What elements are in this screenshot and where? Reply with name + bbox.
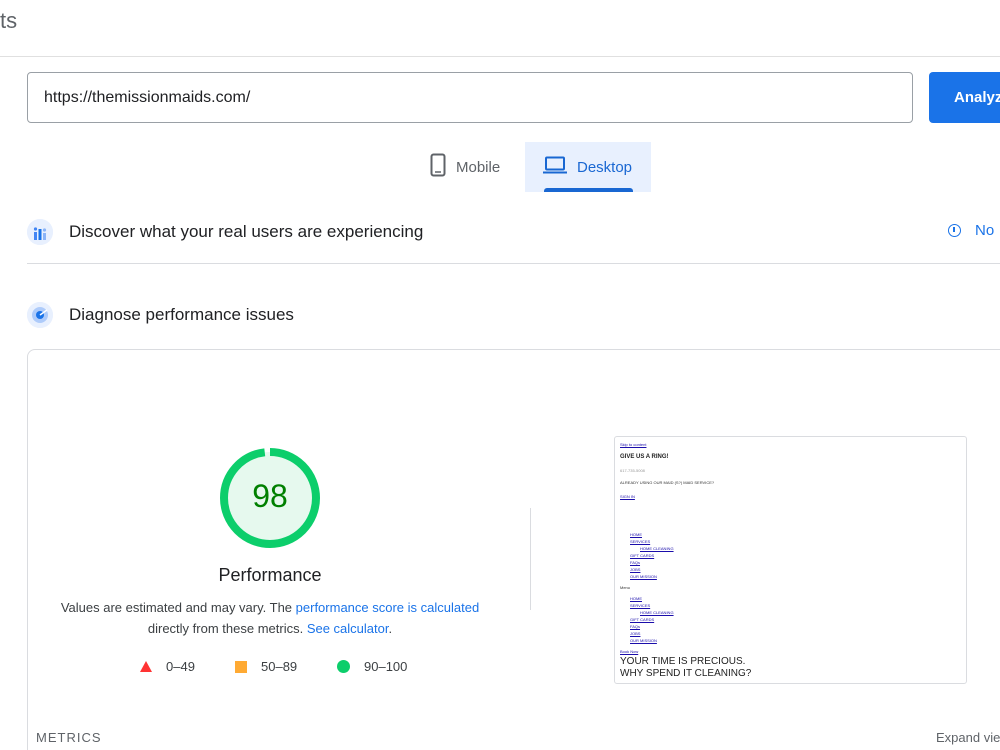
no-data-link[interactable]: No — [948, 222, 994, 239]
desc-prefix: Values are estimated and may vary. The — [60, 600, 296, 615]
real-users-title: Discover what your real users are experi… — [69, 222, 424, 241]
tab-mobile-label: Mobile — [456, 158, 501, 176]
section-divider — [27, 263, 1000, 264]
performance-score: 98 — [252, 478, 288, 514]
preview-give-ring: GIVE US A RING! — [620, 454, 669, 460]
preview-phone: 617-735-5008 — [620, 468, 645, 473]
preview-nav-item: FAQs — [630, 560, 641, 565]
expand-view-button[interactable]: Expand vie — [936, 730, 1000, 745]
preview-already: ALREADY USING OUR MAID (S?) MAID SERVICE… — [620, 480, 715, 485]
metrics-heading: METRICS — [36, 730, 102, 745]
legend-label-good: 90–100 — [364, 659, 408, 674]
preview-nav-item: GIFT CARDS — [630, 553, 655, 558]
preview-nav-item: JOBS — [630, 567, 641, 572]
tab-selected-indicator — [544, 188, 633, 192]
preview-nav2-item: OUR MISSION — [630, 638, 657, 643]
preview-nav-item: OUR MISSION — [630, 574, 657, 579]
preview-nav2-item: GIFT CARDS — [630, 617, 655, 622]
desc-middle: directly from these metrics. — [147, 621, 307, 636]
no-data-label: No — [975, 222, 995, 239]
circle-icon — [337, 660, 350, 673]
info-icon — [948, 224, 961, 237]
preview-sign-in: SIGN IN — [620, 494, 635, 499]
preview-nav-item: HOME — [630, 532, 642, 537]
see-calculator-link[interactable]: See calculator — [307, 621, 389, 636]
preview-headline-2: WHY SPEND IT CLEANING? — [620, 668, 752, 679]
preview-nav2-item: HOME CLEANING — [640, 610, 674, 615]
preview-nav2-item: HOME — [630, 596, 642, 601]
preview-nav2-item: FAQs — [630, 624, 641, 629]
legend-item-average: 50–89 — [235, 659, 297, 674]
diagnose-section: Diagnose performance issues — [27, 302, 294, 328]
preview-nav2-item: JOBS — [630, 631, 641, 636]
page-title: ts — [0, 8, 18, 33]
triangle-icon — [140, 661, 152, 672]
tab-mobile[interactable]: Mobile — [422, 142, 522, 192]
tab-desktop[interactable]: Desktop — [525, 142, 651, 192]
laptop-icon — [543, 156, 567, 178]
diagnose-icon — [27, 302, 53, 328]
performance-description: Values are estimated and may vary. The p… — [40, 597, 500, 639]
score-calculated-link[interactable]: performance score is calculated — [296, 600, 480, 615]
analyze-button[interactable]: Analyz — [929, 72, 1000, 123]
real-users-section: Discover what your real users are experi… — [27, 219, 423, 245]
preview-headline-1: YOUR TIME IS PRECIOUS. — [620, 656, 746, 667]
preview-nav-item: SERVICES — [630, 539, 651, 544]
performance-label: Performance — [218, 565, 322, 585]
page-screenshot-preview: Skip to content GIVE US A RING! 617-735-… — [614, 436, 967, 684]
preview-nav-item: HOME CLEANING — [640, 546, 674, 551]
preview-book-now: Book Now — [620, 649, 639, 654]
preview-nav2-item: SERVICES — [630, 603, 651, 608]
legend-label-poor: 0–49 — [166, 659, 195, 674]
legend-item-poor: 0–49 — [140, 659, 195, 674]
desc-suffix: . — [388, 621, 393, 636]
url-input[interactable] — [27, 72, 913, 123]
preview-skip-link: Skip to content — [620, 442, 647, 447]
users-chart-icon — [27, 219, 53, 245]
legend-item-good: 90–100 — [337, 659, 407, 674]
phone-icon — [430, 153, 446, 181]
tab-desktop-label: Desktop — [577, 158, 633, 176]
square-icon — [235, 660, 247, 673]
header-divider — [0, 56, 1000, 57]
diagnose-title: Diagnose performance issues — [69, 305, 294, 324]
preview-menu: Menu — [620, 585, 631, 590]
legend-label-average: 50–89 — [261, 659, 298, 674]
vertical-divider — [530, 508, 531, 610]
